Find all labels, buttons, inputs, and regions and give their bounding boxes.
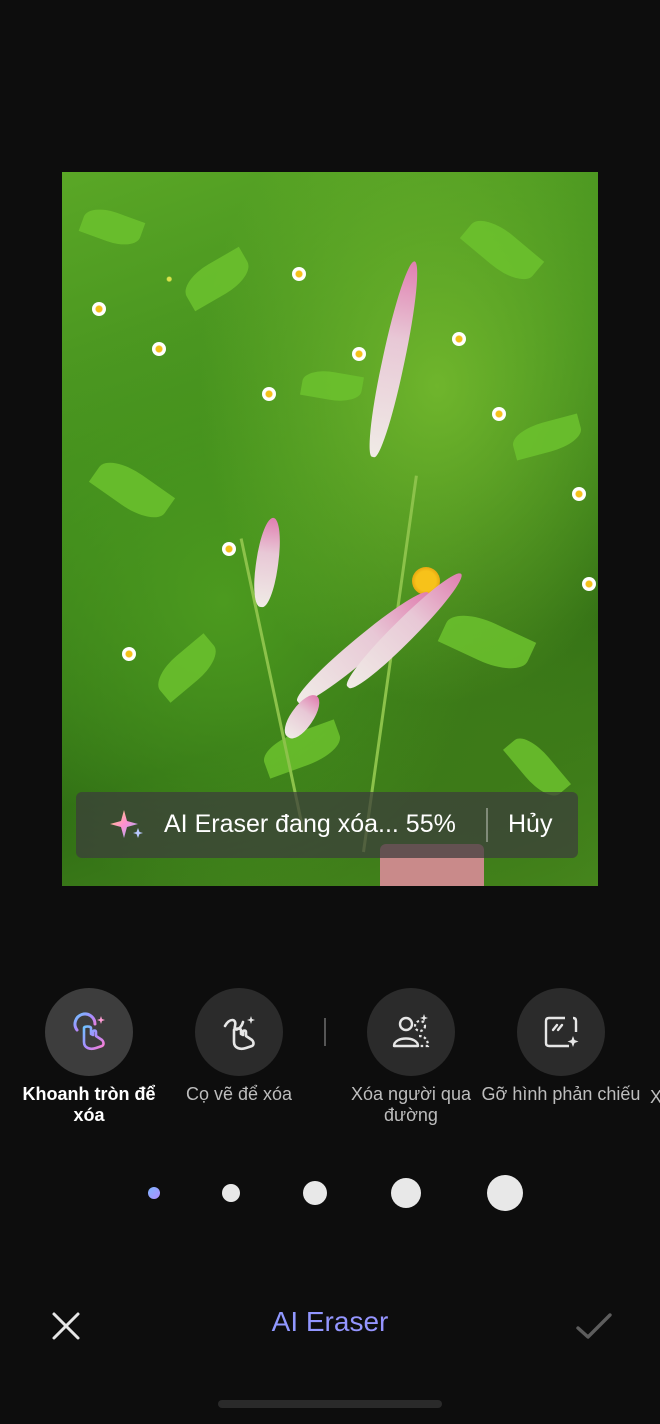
brush-erase-icon bbox=[223, 1016, 255, 1051]
brush-size-3[interactable] bbox=[303, 1181, 327, 1205]
brush-size-4[interactable] bbox=[391, 1178, 421, 1208]
remove-people-icon bbox=[392, 1014, 430, 1048]
tool-label: Khoanh tròn để xóa bbox=[22, 1084, 156, 1125]
check-icon[interactable] bbox=[572, 1304, 616, 1348]
tool-label: Xóa người qua đường bbox=[351, 1084, 471, 1125]
circle-select-icon bbox=[73, 1012, 105, 1051]
tool-label-partial: X bbox=[650, 1087, 660, 1107]
brush-size-2[interactable] bbox=[222, 1184, 240, 1202]
erase-progress-banner: AI Eraser đang xóa... 55% Hủy bbox=[76, 792, 578, 858]
banner-divider bbox=[486, 808, 488, 842]
screen-title: AI Eraser bbox=[0, 1306, 660, 1338]
remove-reflection-icon bbox=[544, 1016, 579, 1048]
brush-size-5[interactable] bbox=[487, 1175, 523, 1211]
tool-circle-to-erase[interactable]: Khoanh tròn để xóa bbox=[9, 988, 169, 1126]
tool-brush-to-erase[interactable]: Cọ vẽ để xóa bbox=[159, 988, 319, 1105]
gesture-bar[interactable] bbox=[218, 1400, 442, 1408]
brush-size-1[interactable] bbox=[148, 1187, 160, 1199]
tool-divider bbox=[324, 1018, 326, 1046]
edited-photo[interactable] bbox=[62, 172, 598, 886]
tool-remove-reflection[interactable]: Gỡ hình phản chiếu bbox=[481, 988, 641, 1105]
tool-label: Cọ vẽ để xóa bbox=[185, 1084, 293, 1104]
tool-label: Gỡ hình phản chiếu bbox=[481, 1084, 641, 1104]
cancel-button[interactable]: Hủy bbox=[508, 810, 552, 839]
ai-sparkle-icon bbox=[110, 810, 143, 838]
erase-progress-text: AI Eraser đang xóa... 55% bbox=[164, 810, 456, 838]
tool-remove-people[interactable]: Xóa người qua đường bbox=[331, 988, 491, 1126]
